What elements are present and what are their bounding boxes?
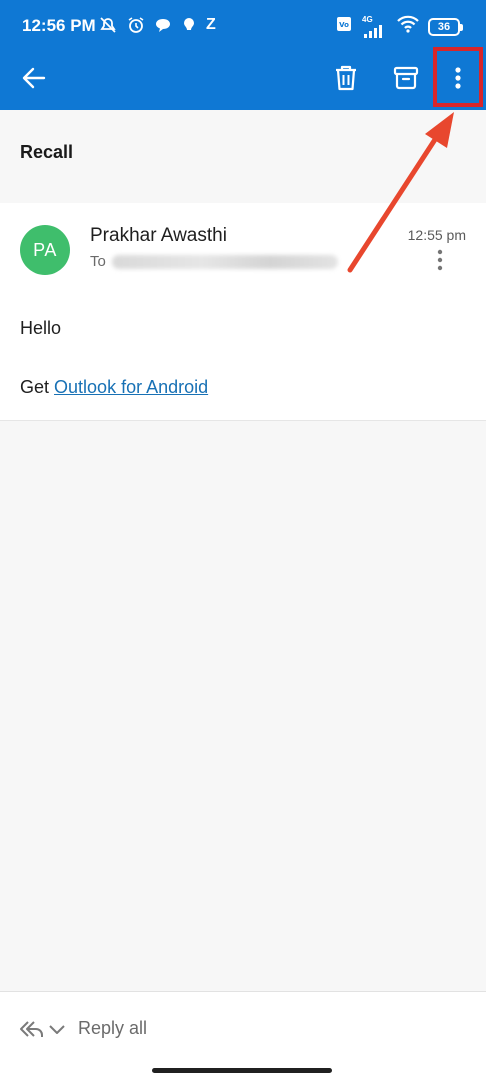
message-card: PA Prakhar Awasthi To 12:55 pm Hello Get… [0,203,486,421]
recipient-email-redacted [111,254,338,269]
app-notification-icon [180,16,198,34]
chat-icon [154,16,172,34]
svg-text:Vo: Vo [339,21,349,29]
arrow-left-icon [22,67,46,89]
email-subject: Recall [20,142,74,162]
archive-button[interactable] [386,58,426,98]
battery-icon: 36 [428,17,463,36]
archive-icon [393,66,419,90]
message-more-button[interactable] [430,247,450,273]
recipient-line: To [90,253,338,270]
message-time: 12:55 pm [407,227,466,243]
home-indicator[interactable] [152,1068,332,1073]
message-body-signature: Get Outlook for Android [20,377,208,398]
alarm-icon [126,15,146,35]
signature-prefix: Get [20,377,50,397]
outlook-for-android-link[interactable]: Outlook for Android [54,377,208,397]
sender-name: Prakhar Awasthi [90,225,227,246]
network-type-label: 4G [362,14,373,24]
back-button[interactable] [14,58,54,98]
wifi-icon [396,14,420,39]
message-body-greeting: Hello [20,318,62,338]
chevron-down-icon [49,1025,65,1034]
status-icons-right: Vo 4G 36 [336,14,463,39]
signal-icon: 4G [362,14,388,38]
status-time: 12:56 PM [22,16,96,35]
volte-icon: Vo [336,15,354,38]
more-vertical-icon [437,249,443,271]
app-bar: 12:56 PM Z Vo 4G 36 [0,0,486,110]
recipient-prefix: To [90,253,106,270]
status-bar: 12:56 PM Z Vo 4G 36 [0,0,486,52]
z-notification-icon: Z [206,16,216,33]
subject-area: Recall [0,110,486,202]
annotation-highlight-box [433,47,483,107]
delete-button[interactable] [326,58,366,98]
status-icons-left: Z [98,15,216,35]
reply-all-label[interactable]: Reply all [78,1018,147,1039]
reply-options-dropdown[interactable] [48,1022,66,1040]
trash-icon [336,65,356,91]
bottom-bar: Reply all [0,991,486,1080]
sender-avatar[interactable]: PA [20,225,70,275]
mute-icon [98,15,118,35]
reply-all-button[interactable] [18,1018,44,1045]
reply-all-icon [20,1021,43,1037]
